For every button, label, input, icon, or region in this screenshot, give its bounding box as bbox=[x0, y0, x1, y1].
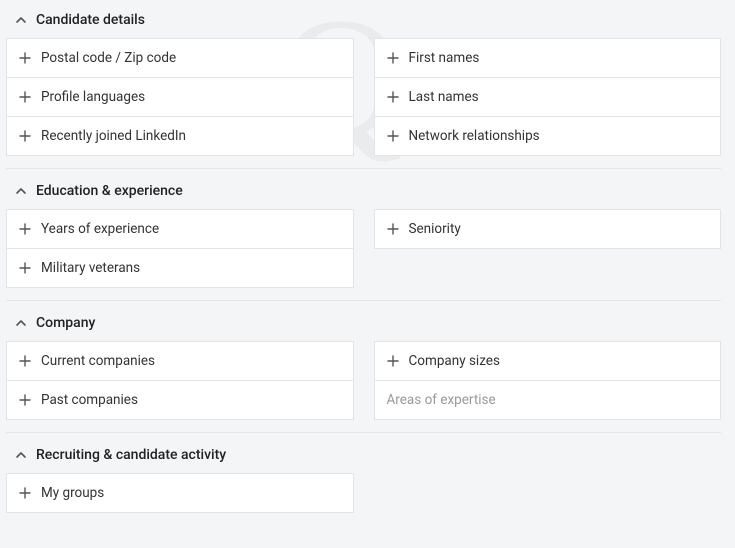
filter-company-sizes[interactable]: Company sizes bbox=[374, 341, 722, 380]
section-header-company[interactable]: Company bbox=[6, 301, 721, 341]
section-title: Recruiting & candidate activity bbox=[36, 447, 226, 463]
filter-my-groups[interactable]: My groups bbox=[6, 473, 354, 513]
filter-label: Years of experience bbox=[41, 221, 159, 237]
plus-icon bbox=[387, 130, 399, 142]
section-columns: Current companies Past companies Company… bbox=[6, 341, 721, 420]
plus-icon bbox=[19, 52, 31, 64]
filter-label: Postal code / Zip code bbox=[41, 50, 176, 66]
section-candidate-details: Candidate details Postal code / Zip code… bbox=[6, 0, 721, 156]
chevron-up-icon bbox=[14, 13, 28, 27]
plus-icon bbox=[19, 91, 31, 103]
filter-label: Profile languages bbox=[41, 89, 145, 105]
chevron-up-icon bbox=[14, 448, 28, 462]
column-right bbox=[374, 473, 722, 513]
section-columns: Years of experience Military veterans Se… bbox=[6, 209, 721, 288]
filter-label: Recently joined LinkedIn bbox=[41, 128, 186, 144]
filter-current-companies[interactable]: Current companies bbox=[6, 341, 354, 380]
plus-icon bbox=[387, 355, 399, 367]
column-left: Postal code / Zip code Profile languages… bbox=[6, 38, 354, 156]
section-header-education-experience[interactable]: Education & experience bbox=[6, 169, 721, 209]
filter-military-veterans[interactable]: Military veterans bbox=[6, 248, 354, 288]
filter-label: Past companies bbox=[41, 392, 138, 408]
filter-label: My groups bbox=[41, 485, 104, 501]
chevron-up-icon bbox=[14, 316, 28, 330]
section-title: Company bbox=[36, 315, 95, 331]
filter-years-of-experience[interactable]: Years of experience bbox=[6, 209, 354, 248]
column-left: My groups bbox=[6, 473, 354, 513]
filter-network-relationships[interactable]: Network relationships bbox=[374, 116, 722, 156]
section-header-recruiting-activity[interactable]: Recruiting & candidate activity bbox=[6, 433, 721, 473]
column-left: Years of experience Military veterans bbox=[6, 209, 354, 288]
column-right: First names Last names Network relations… bbox=[374, 38, 722, 156]
filter-recently-joined-linkedin[interactable]: Recently joined LinkedIn bbox=[6, 116, 354, 156]
filter-label: Company sizes bbox=[409, 353, 500, 369]
filter-label: Military veterans bbox=[41, 260, 140, 276]
section-title: Candidate details bbox=[36, 12, 145, 28]
plus-icon bbox=[19, 262, 31, 274]
chevron-up-icon bbox=[14, 184, 28, 198]
column-left: Current companies Past companies bbox=[6, 341, 354, 420]
filter-label: Network relationships bbox=[409, 128, 540, 144]
section-columns: Postal code / Zip code Profile languages… bbox=[6, 38, 721, 156]
plus-icon bbox=[19, 355, 31, 367]
filter-label: Seniority bbox=[409, 221, 461, 237]
plus-icon bbox=[19, 130, 31, 142]
section-education-experience: Education & experience Years of experien… bbox=[6, 169, 721, 288]
plus-icon bbox=[387, 91, 399, 103]
filter-label: First names bbox=[409, 50, 480, 66]
input-placeholder: Areas of expertise bbox=[387, 392, 496, 408]
section-title: Education & experience bbox=[36, 183, 183, 199]
filter-seniority[interactable]: Seniority bbox=[374, 209, 722, 249]
filter-profile-languages[interactable]: Profile languages bbox=[6, 77, 354, 116]
plus-icon bbox=[387, 223, 399, 235]
plus-icon bbox=[387, 52, 399, 64]
section-company: Company Current companies Past companies… bbox=[6, 301, 721, 420]
filter-label: Current companies bbox=[41, 353, 155, 369]
section-recruiting-activity: Recruiting & candidate activity My group… bbox=[6, 433, 721, 513]
filter-last-names[interactable]: Last names bbox=[374, 77, 722, 116]
filter-postal-code[interactable]: Postal code / Zip code bbox=[6, 38, 354, 77]
plus-icon bbox=[19, 223, 31, 235]
plus-icon bbox=[19, 394, 31, 406]
section-columns: My groups bbox=[6, 473, 721, 513]
column-right: Company sizes Areas of expertise bbox=[374, 341, 722, 420]
filter-label: Last names bbox=[409, 89, 479, 105]
column-right: Seniority bbox=[374, 209, 722, 288]
plus-icon bbox=[19, 487, 31, 499]
areas-of-expertise-input[interactable]: Areas of expertise bbox=[374, 380, 722, 420]
filters-panel: Candidate details Postal code / Zip code… bbox=[0, 0, 735, 513]
filter-first-names[interactable]: First names bbox=[374, 38, 722, 77]
section-header-candidate-details[interactable]: Candidate details bbox=[6, 0, 721, 38]
filter-past-companies[interactable]: Past companies bbox=[6, 380, 354, 420]
